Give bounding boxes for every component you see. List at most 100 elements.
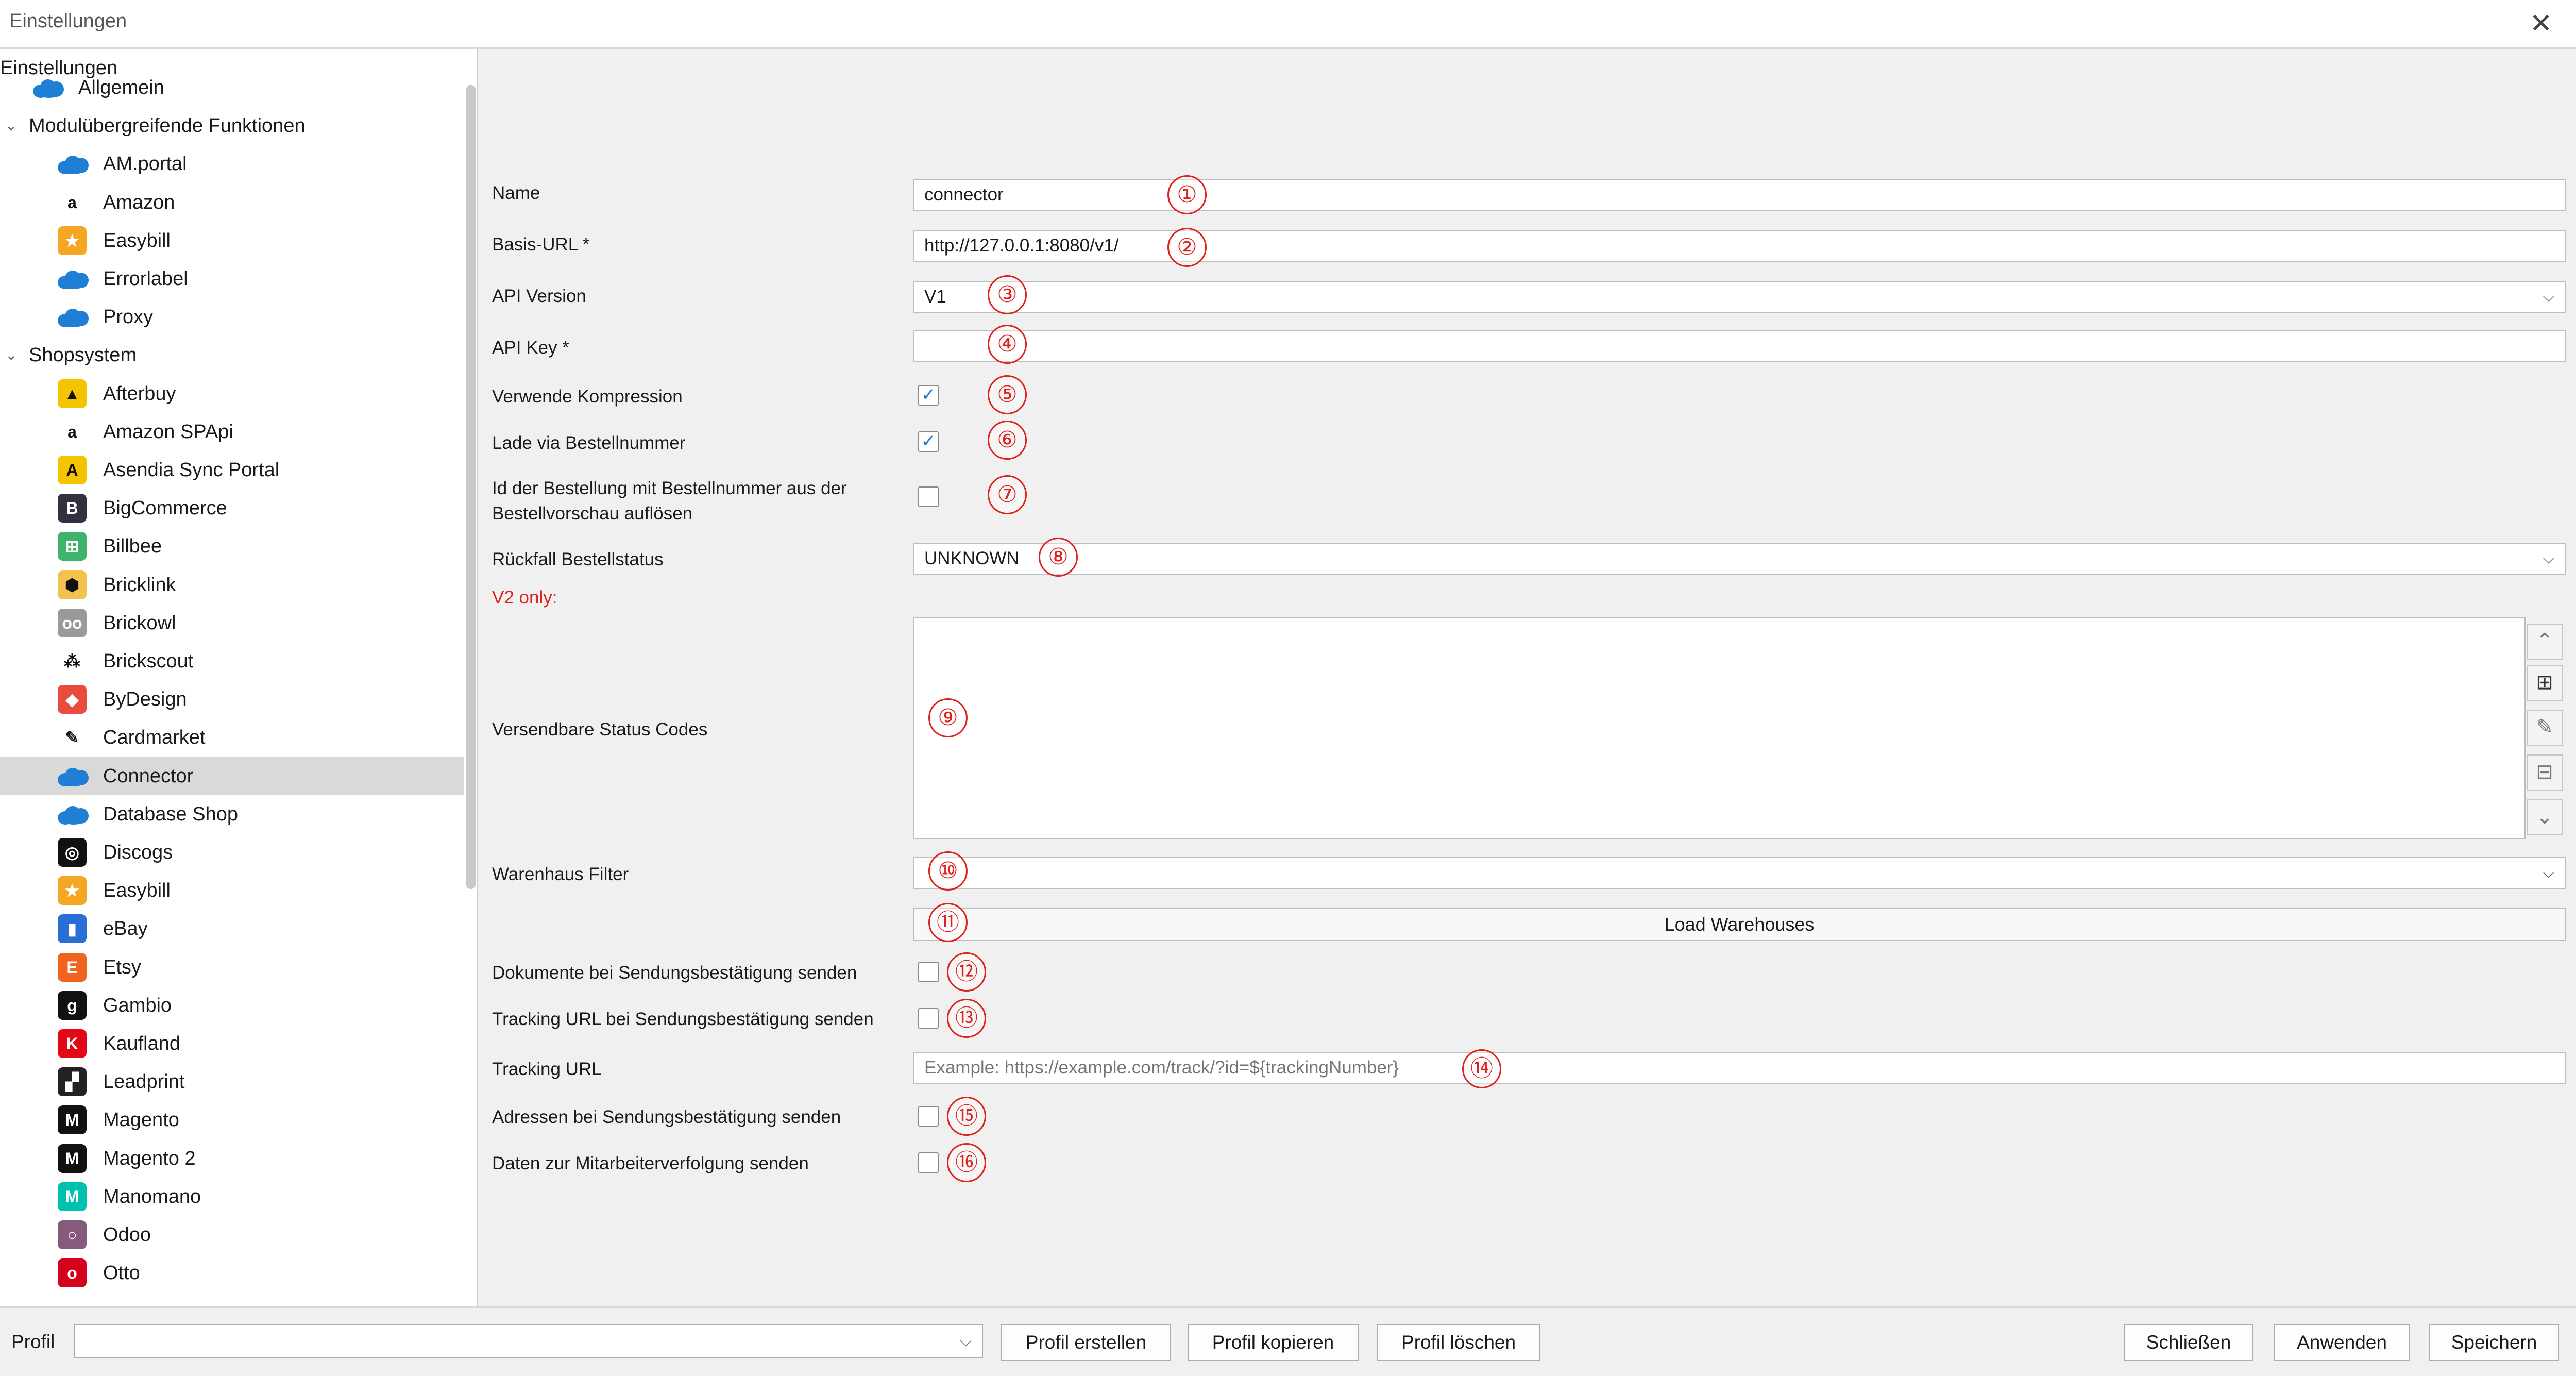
tree-item[interactable]: ◎ Discogs (0, 833, 464, 871)
easybill-icon: ★ (58, 876, 87, 905)
tree-item[interactable]: M Manomano (0, 1178, 464, 1216)
tree-item[interactable]: Connector (0, 757, 464, 795)
tree-item-label: Brickowl (103, 612, 176, 634)
bydesign-icon: ◆ (58, 685, 87, 714)
tree-item[interactable]: ⊞ Billbee (0, 527, 464, 565)
tree-item[interactable]: Proxy (0, 298, 464, 336)
send-documents-checkbox[interactable] (918, 962, 939, 982)
tree-group[interactable]: ⌄ Shopsystem (0, 336, 464, 374)
tree-group-label: Modulübergreifende Funktionen (29, 115, 306, 137)
base-url-input[interactable]: http://127.0.0.1:8080/v1/ (913, 230, 2566, 262)
afterbuy-icon: ▲ (58, 379, 87, 408)
tree-item[interactable]: ★ Easybill (0, 871, 464, 910)
tree-item[interactable]: ▞ Leadprint (0, 1063, 464, 1101)
marker-3: ③ (988, 275, 1027, 314)
chevron-down-icon[interactable]: ⌄ (5, 336, 17, 374)
cloud-icon (58, 303, 89, 331)
tree-item[interactable]: Errorlabel (0, 260, 464, 298)
tree-item[interactable]: a Amazon (0, 183, 464, 222)
tree-item[interactable]: ✎ Cardmarket (0, 718, 464, 757)
settings-tree[interactable]: Einstellungen Allgemein ⌄ Modulübergreifen… (0, 49, 478, 1306)
api-key-input[interactable] (913, 330, 2566, 362)
warehouse-filter-label: Warenhaus Filter (492, 864, 629, 884)
tree-item[interactable]: M Magento (0, 1101, 464, 1139)
tree-item[interactable]: a Amazon SPApi (0, 413, 464, 451)
send-addresses-label: Adressen bei Sendungsbestätigung senden (492, 1107, 841, 1127)
title-bar: Einstellungen ✕ (0, 0, 2576, 49)
tree-item[interactable]: Database Shop (0, 795, 464, 833)
api-version-select[interactable]: V1 ⌵ (913, 281, 2566, 313)
tree-item-label: Brickscout (103, 650, 194, 672)
save-button[interactable]: Speichern (2429, 1324, 2559, 1361)
sidebar-scrollbar[interactable] (466, 85, 476, 889)
fallback-status-label: Rückfall Bestellstatus (492, 549, 664, 569)
tree-item[interactable]: M Magento 2 (0, 1139, 464, 1178)
warehouse-filter-select[interactable]: ⌵ (913, 857, 2566, 889)
etsy-icon: E (58, 952, 87, 982)
tree-group-label: Shopsystem (29, 344, 137, 366)
edit-button[interactable]: ✎ (2527, 710, 2563, 746)
load-by-order-number-checkbox[interactable]: ✓ (918, 431, 939, 452)
api-version-value: V1 (924, 287, 946, 307)
tree-item[interactable]: AM.portal (0, 145, 464, 183)
profile-select[interactable]: ⌵ (74, 1324, 983, 1358)
tree-item-label: Gambio (103, 994, 172, 1016)
tree-item[interactable]: ◆ ByDesign (0, 680, 464, 718)
compression-checkbox[interactable]: ✓ (918, 385, 939, 406)
tree-item[interactable]: o Otto (0, 1254, 464, 1292)
tree-item[interactable]: ★ Easybill (0, 222, 464, 260)
tree-item[interactable]: B BigCommerce (0, 489, 464, 527)
marker-5: ⑤ (988, 375, 1027, 414)
delete-profile-button[interactable]: Profil löschen (1377, 1324, 1540, 1361)
tree-item[interactable]: E Etsy (0, 948, 464, 986)
tree-item-label: Asendia Sync Portal (103, 459, 280, 481)
status-codes-label: Versendbare Status Codes (492, 719, 708, 740)
tree-item[interactable]: K Kaufland (0, 1025, 464, 1063)
marker-9: ⑨ (928, 698, 968, 737)
tree-item-label: Allgemein (78, 77, 164, 98)
tracking-url-input[interactable] (913, 1052, 2566, 1084)
apply-button[interactable]: Anwenden (2274, 1324, 2410, 1361)
marker-13: ⑬ (947, 999, 986, 1038)
bigcommerce-icon: B (58, 494, 87, 523)
tree-group[interactable]: ⌄ Modulübergreifende Funktionen (0, 107, 464, 145)
move-down-button[interactable]: ⌄ (2527, 799, 2563, 835)
bottom-bar: Profil ⌵ Profil erstellen Profil kopiere… (0, 1306, 2576, 1376)
manomano-icon: M (58, 1182, 87, 1211)
marker-1: ① (1167, 175, 1207, 214)
tree-item[interactable]: ▲ Afterbuy (0, 375, 464, 413)
ebay-icon: ▮ (58, 914, 87, 944)
move-up-button[interactable]: ⌃ (2527, 624, 2563, 660)
employee-tracking-checkbox[interactable] (918, 1152, 939, 1173)
create-profile-button[interactable]: Profil erstellen (1001, 1324, 1171, 1361)
resolve-order-id-checkbox[interactable] (918, 486, 939, 507)
tree-item[interactable]: g Gambio (0, 986, 464, 1025)
tree-item[interactable]: A Asendia Sync Portal (0, 451, 464, 489)
tree-item[interactable]: ⁂ Brickscout (0, 642, 464, 680)
tree-item[interactable]: oo Brickowl (0, 604, 464, 642)
remove-button[interactable]: ⊟ (2527, 754, 2563, 791)
marker-12: ⑫ (947, 952, 986, 992)
send-tracking-url-checkbox[interactable] (918, 1008, 939, 1029)
tree-item[interactable]: ○ Odoo (0, 1216, 464, 1254)
tree-item[interactable]: ⬢ Bricklink (0, 566, 464, 604)
add-button[interactable]: ⊞ (2527, 665, 2563, 701)
name-input[interactable]: connector (913, 179, 2566, 211)
tree-item[interactable]: ▮ eBay (0, 910, 464, 948)
status-codes-list[interactable] (913, 617, 2526, 839)
amazon-icon: a (58, 188, 87, 217)
chevron-down-icon[interactable]: ⌄ (5, 107, 17, 145)
chevron-down-icon: ⌵ (960, 1333, 972, 1350)
fallback-status-select[interactable]: UNKNOWN ⌵ (913, 543, 2566, 575)
tree-item-label: Bricklink (103, 574, 176, 596)
api-key-label: API Key * (492, 338, 569, 358)
tree-item[interactable]: Allgemein (0, 69, 464, 107)
tree-item-label: Magento 2 (103, 1147, 196, 1169)
bricklink-icon: ⬢ (58, 570, 87, 599)
copy-profile-button[interactable]: Profil kopieren (1188, 1324, 1359, 1361)
send-addresses-checkbox[interactable] (918, 1106, 939, 1127)
odoo-icon: ○ (58, 1220, 87, 1249)
close-button[interactable]: Schließen (2124, 1324, 2253, 1361)
load-warehouses-button[interactable]: Load Warehouses (913, 908, 2566, 941)
close-icon[interactable]: ✕ (2524, 7, 2557, 40)
